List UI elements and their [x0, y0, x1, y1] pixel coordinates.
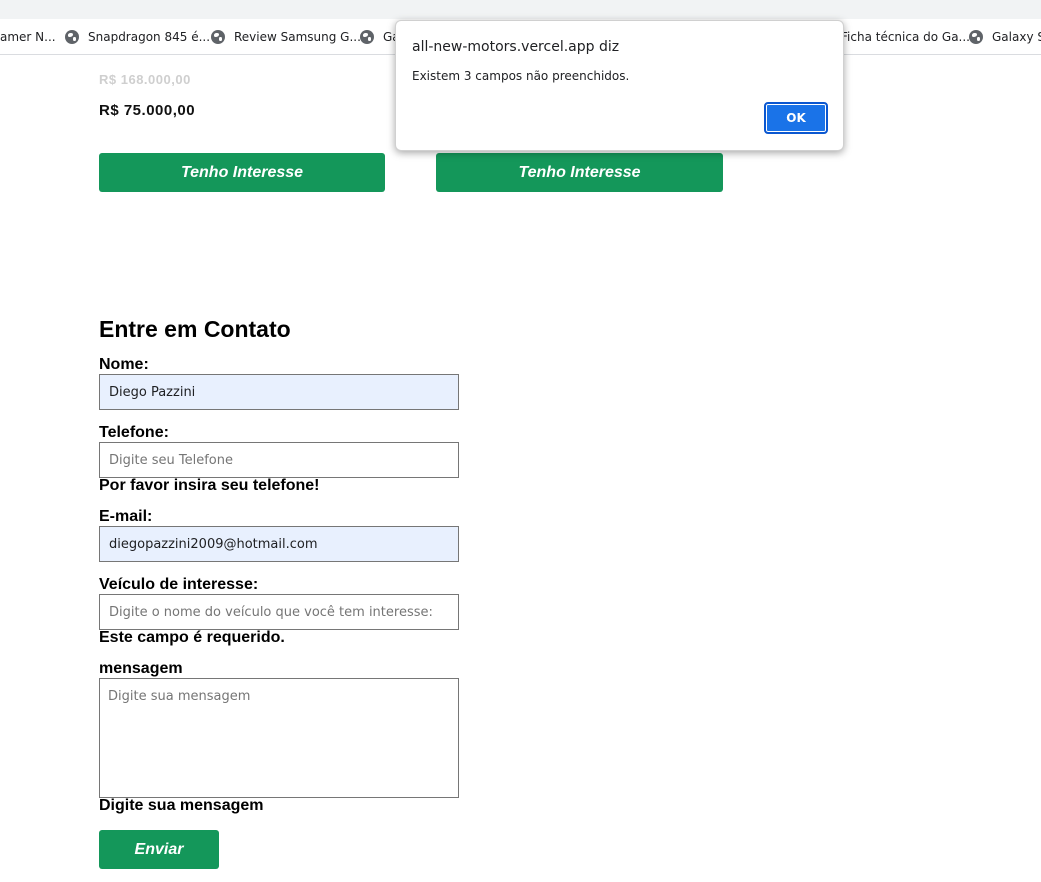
email-field[interactable]: diegopazzini2009@hotmail.com [99, 526, 459, 562]
vehicle-error: Este campo é requerido. [99, 629, 285, 646]
message-error: Digite sua mensagem [99, 797, 264, 814]
vehicle-label: Veículo de interesse: [99, 576, 259, 593]
name-label: Nome: [99, 356, 149, 373]
bookmark-label: Galaxy S9 [992, 30, 1041, 44]
dialog-title: all-new-motors.vercel.app diz [412, 39, 620, 55]
bookmark-item[interactable]: Review Samsung G... [211, 19, 361, 54]
bookmark-label: Review Samsung G... [234, 30, 361, 44]
name-field[interactable]: Diego Pazzini [99, 374, 459, 410]
bookmark-label: amer N... [0, 30, 56, 44]
alert-dialog: all-new-motors.vercel.app diz Existem 3 … [395, 20, 844, 151]
globe-icon [969, 30, 983, 44]
message-label: mensagem [99, 660, 183, 677]
send-button[interactable]: Enviar [99, 830, 219, 869]
bookmark-item[interactable]: amer N... [0, 19, 56, 54]
phone-field[interactable]: Digite seu Telefone [99, 442, 459, 478]
vehicle-placeholder: Digite o nome do veículo que você tem in… [109, 604, 433, 620]
contact-title: Entre em Contato [99, 316, 291, 342]
email-label: E-mail: [99, 508, 153, 525]
bookmark-label: Ficha técnica do Ga... [841, 30, 970, 44]
globe-icon [65, 30, 79, 44]
name-value: Diego Pazzini [109, 384, 196, 400]
vehicle-field[interactable]: Digite o nome do veículo que você tem in… [99, 594, 459, 630]
bookmark-label: Snapdragon 845 é... [88, 30, 211, 44]
bookmark-item[interactable]: Snapdragon 845 é... [65, 19, 211, 54]
bookmark-item[interactable]: Ficha técnica do Ga... [841, 19, 970, 54]
interest-button[interactable]: Tenho Interesse [99, 153, 385, 192]
bookmark-item[interactable]: Ga [360, 19, 400, 54]
globe-icon [360, 30, 374, 44]
current-price: R$ 75.000,00 [99, 102, 196, 119]
phone-error: Por favor insira seu telefone! [99, 477, 320, 494]
message-placeholder: Digite sua mensagem [108, 689, 251, 704]
old-price: R$ 168.000,00 [99, 72, 191, 87]
browser-tab-strip [0, 0, 1041, 19]
message-textarea[interactable]: Digite sua mensagem [99, 678, 459, 798]
email-value: diegopazzini2009@hotmail.com [109, 536, 318, 552]
phone-placeholder: Digite seu Telefone [109, 452, 233, 468]
bookmark-item[interactable]: Galaxy S9 [969, 19, 1041, 54]
ok-button[interactable]: OK [764, 102, 828, 134]
dialog-message: Existem 3 campos não preenchidos. [412, 69, 630, 83]
phone-label: Telefone: [99, 424, 169, 441]
interest-button[interactable]: Tenho Interesse [436, 153, 723, 192]
globe-icon [211, 30, 225, 44]
